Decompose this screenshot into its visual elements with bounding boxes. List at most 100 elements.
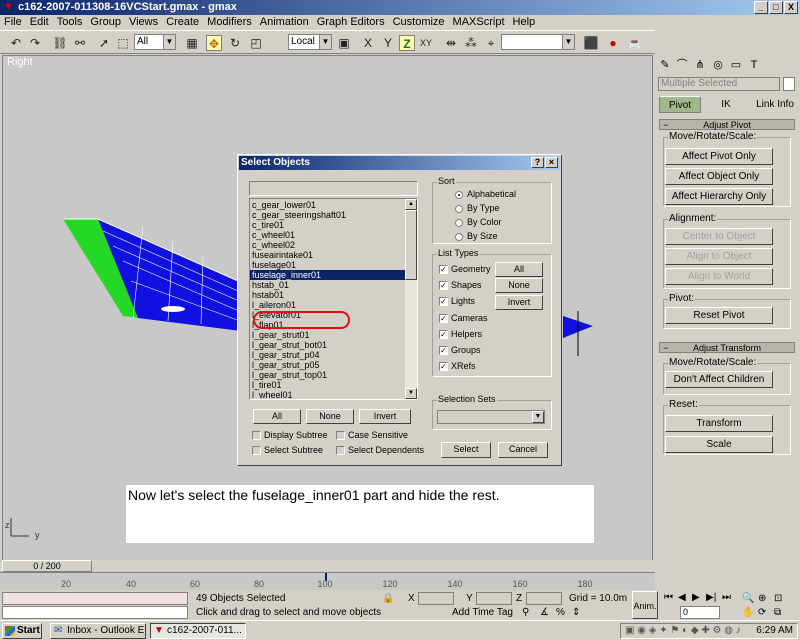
menu-help[interactable]: Help [509, 15, 540, 30]
move-icon[interactable]: ✥ [206, 35, 222, 51]
list-item[interactable]: l_gear_strut_p05 [250, 360, 405, 370]
coord-system-dropdown[interactable]: Local ▼ [288, 34, 332, 50]
menu-maxscript[interactable]: MAXScript [449, 15, 509, 30]
dialog-close-button[interactable]: × [545, 157, 558, 168]
name-filter-field[interactable] [249, 181, 418, 196]
angle-snap-icon[interactable]: ∡ [540, 606, 549, 619]
maximize-viewport-icon[interactable]: ⧉ [774, 606, 781, 619]
add-time-tag-button[interactable]: Add Time Tag [452, 606, 513, 619]
menu-group[interactable]: Group [86, 15, 125, 30]
selection-name-field[interactable]: Multiple Selected [658, 77, 780, 91]
list-item[interactable]: fuselage01 [250, 260, 405, 270]
axis-xy-button[interactable]: XY [418, 35, 434, 51]
list-none-button[interactable]: None [306, 409, 354, 424]
hierarchy-tab-icon[interactable]: ⋔ [693, 58, 707, 72]
axis-y-button[interactable]: Y [380, 35, 396, 51]
adjust-pivot-rollout[interactable]: − Adjust Pivot [659, 119, 795, 130]
select-dependents-checkbox[interactable]: Select Dependents [336, 445, 424, 456]
next-frame-icon[interactable]: ▶| [706, 591, 716, 604]
goto-start-icon[interactable]: ⏮ [664, 591, 673, 604]
dont-affect-children-button[interactable]: Don't Affect Children [665, 371, 773, 388]
quick-render-icon[interactable]: ☕ [627, 35, 643, 51]
goto-end-icon[interactable]: ⏭ [722, 591, 731, 604]
types-none-button[interactable]: None [495, 278, 543, 293]
sort-by-color-radio[interactable]: By Color [455, 217, 502, 228]
menu-edit[interactable]: Edit [26, 15, 53, 30]
types-all-button[interactable]: All [495, 262, 543, 277]
current-frame-field[interactable]: 0 [680, 606, 720, 619]
minimize-button[interactable]: _ [754, 1, 768, 14]
utilities-tab-icon[interactable]: T [747, 58, 761, 72]
display-tab-icon[interactable]: ▭ [729, 58, 743, 72]
cameras-checkbox[interactable]: ✓ Cameras [439, 313, 488, 324]
list-item-selected[interactable]: fuselage_inner01 [250, 270, 405, 280]
modify-tab-icon[interactable]: ⌒ [675, 58, 689, 72]
affect-pivot-only-button[interactable]: Affect Pivot Only [665, 148, 773, 165]
menu-graph-editors[interactable]: Graph Editors [313, 15, 389, 30]
play-icon[interactable]: ▶ [692, 591, 700, 604]
selection-sets-dropdown[interactable]: ▼ [437, 410, 545, 424]
menu-file[interactable]: File [0, 15, 26, 30]
align-to-object-button[interactable]: Align to Object [665, 248, 773, 265]
center-to-object-button[interactable]: Center to Object [665, 228, 773, 245]
scale-icon[interactable]: ◰ [248, 35, 264, 51]
start-button[interactable]: Start [2, 623, 42, 639]
taskbar-item-gmax[interactable]: ▼ c162-2007-011... [150, 623, 246, 639]
list-item[interactable]: c_tire01 [250, 220, 405, 230]
x-coord-field[interactable] [418, 592, 454, 605]
select-button[interactable]: Select [441, 442, 491, 458]
select-by-name-icon[interactable]: ▦ [184, 35, 200, 51]
types-invert-button[interactable]: Invert [495, 295, 543, 310]
named-selection-dropdown[interactable]: ▼ [501, 34, 575, 50]
affect-object-only-button[interactable]: Affect Object Only [665, 168, 773, 185]
sort-alphabetical-radio[interactable]: Alphabetical [455, 189, 516, 200]
list-item[interactable]: l_aileron01 [250, 300, 405, 310]
rotate-icon[interactable]: ↻ [227, 35, 243, 51]
time-slider[interactable]: 0 / 200 [0, 560, 655, 572]
pan-icon[interactable]: ✋ [742, 606, 754, 619]
list-item[interactable]: c_gear_steeringshaft01 [250, 210, 405, 220]
select-subtree-checkbox[interactable]: Select Subtree [252, 445, 323, 456]
xrefs-checkbox[interactable]: ✓ XRefs [439, 361, 476, 372]
lights-checkbox[interactable]: ✓ Lights [439, 296, 475, 307]
taskbar-item-outlook[interactable]: ✉ Inbox - Outlook E... [50, 623, 146, 639]
selection-filter-dropdown[interactable]: All ▼ [134, 34, 176, 50]
scroll-down-icon[interactable]: ▼ [405, 388, 417, 399]
adjust-transform-rollout[interactable]: − Adjust Transform [659, 342, 795, 353]
pivot-center-icon[interactable]: ▣ [336, 35, 352, 51]
ik-subtab[interactable]: IK [705, 96, 747, 113]
groups-checkbox[interactable]: ✓ Groups [439, 345, 481, 356]
menu-animation[interactable]: Animation [256, 15, 313, 30]
pivot-subtab[interactable]: Pivot [659, 96, 701, 113]
close-button[interactable]: X [784, 1, 798, 14]
prev-frame-icon[interactable]: ◀ [678, 591, 686, 604]
list-all-button[interactable]: All [253, 409, 301, 424]
arc-rotate-icon[interactable]: ⟳ [758, 606, 766, 619]
object-list[interactable]: c_gear_lower01 c_gear_steeringshaft01 c_… [249, 198, 418, 400]
undo-icon[interactable]: ↶ [8, 35, 24, 51]
list-item[interactable]: l_gear_strut01 [250, 330, 405, 340]
transform-button[interactable]: Transform [665, 415, 773, 432]
shapes-checkbox[interactable]: ✓ Shapes [439, 280, 482, 291]
cancel-button[interactable]: Cancel [498, 442, 548, 458]
spinner-snap-icon[interactable]: ⇕ [572, 606, 580, 619]
mirror-icon[interactable]: ⇹ [443, 35, 459, 51]
affect-hierarchy-only-button[interactable]: Affect Hierarchy Only [665, 188, 773, 205]
axis-x-button[interactable]: X [360, 35, 376, 51]
track-bar[interactable]: 20 40 60 80 100 120 140 160 180 [0, 572, 655, 590]
menu-modifiers[interactable]: Modifiers [203, 15, 256, 30]
display-subtree-checkbox[interactable]: Display Subtree [252, 430, 328, 441]
list-item[interactable]: hstab_01 [250, 280, 405, 290]
sort-by-size-radio[interactable]: By Size [455, 231, 498, 242]
list-item[interactable]: fuseairintake01 [250, 250, 405, 260]
menu-create[interactable]: Create [162, 15, 203, 30]
menu-customize[interactable]: Customize [389, 15, 449, 30]
lock-icon[interactable]: 🔒 [382, 592, 394, 605]
maximize-button[interactable]: □ [769, 1, 783, 14]
list-item[interactable]: c_gear_lower01 [250, 200, 405, 210]
list-item[interactable]: l_gear_strut_p04 [250, 350, 405, 360]
render-icon[interactable]: ● [605, 35, 621, 51]
object-color-swatch[interactable] [783, 77, 795, 91]
array-icon[interactable]: ⁂ [463, 35, 479, 51]
material-editor-icon[interactable]: ⬛ [583, 35, 599, 51]
